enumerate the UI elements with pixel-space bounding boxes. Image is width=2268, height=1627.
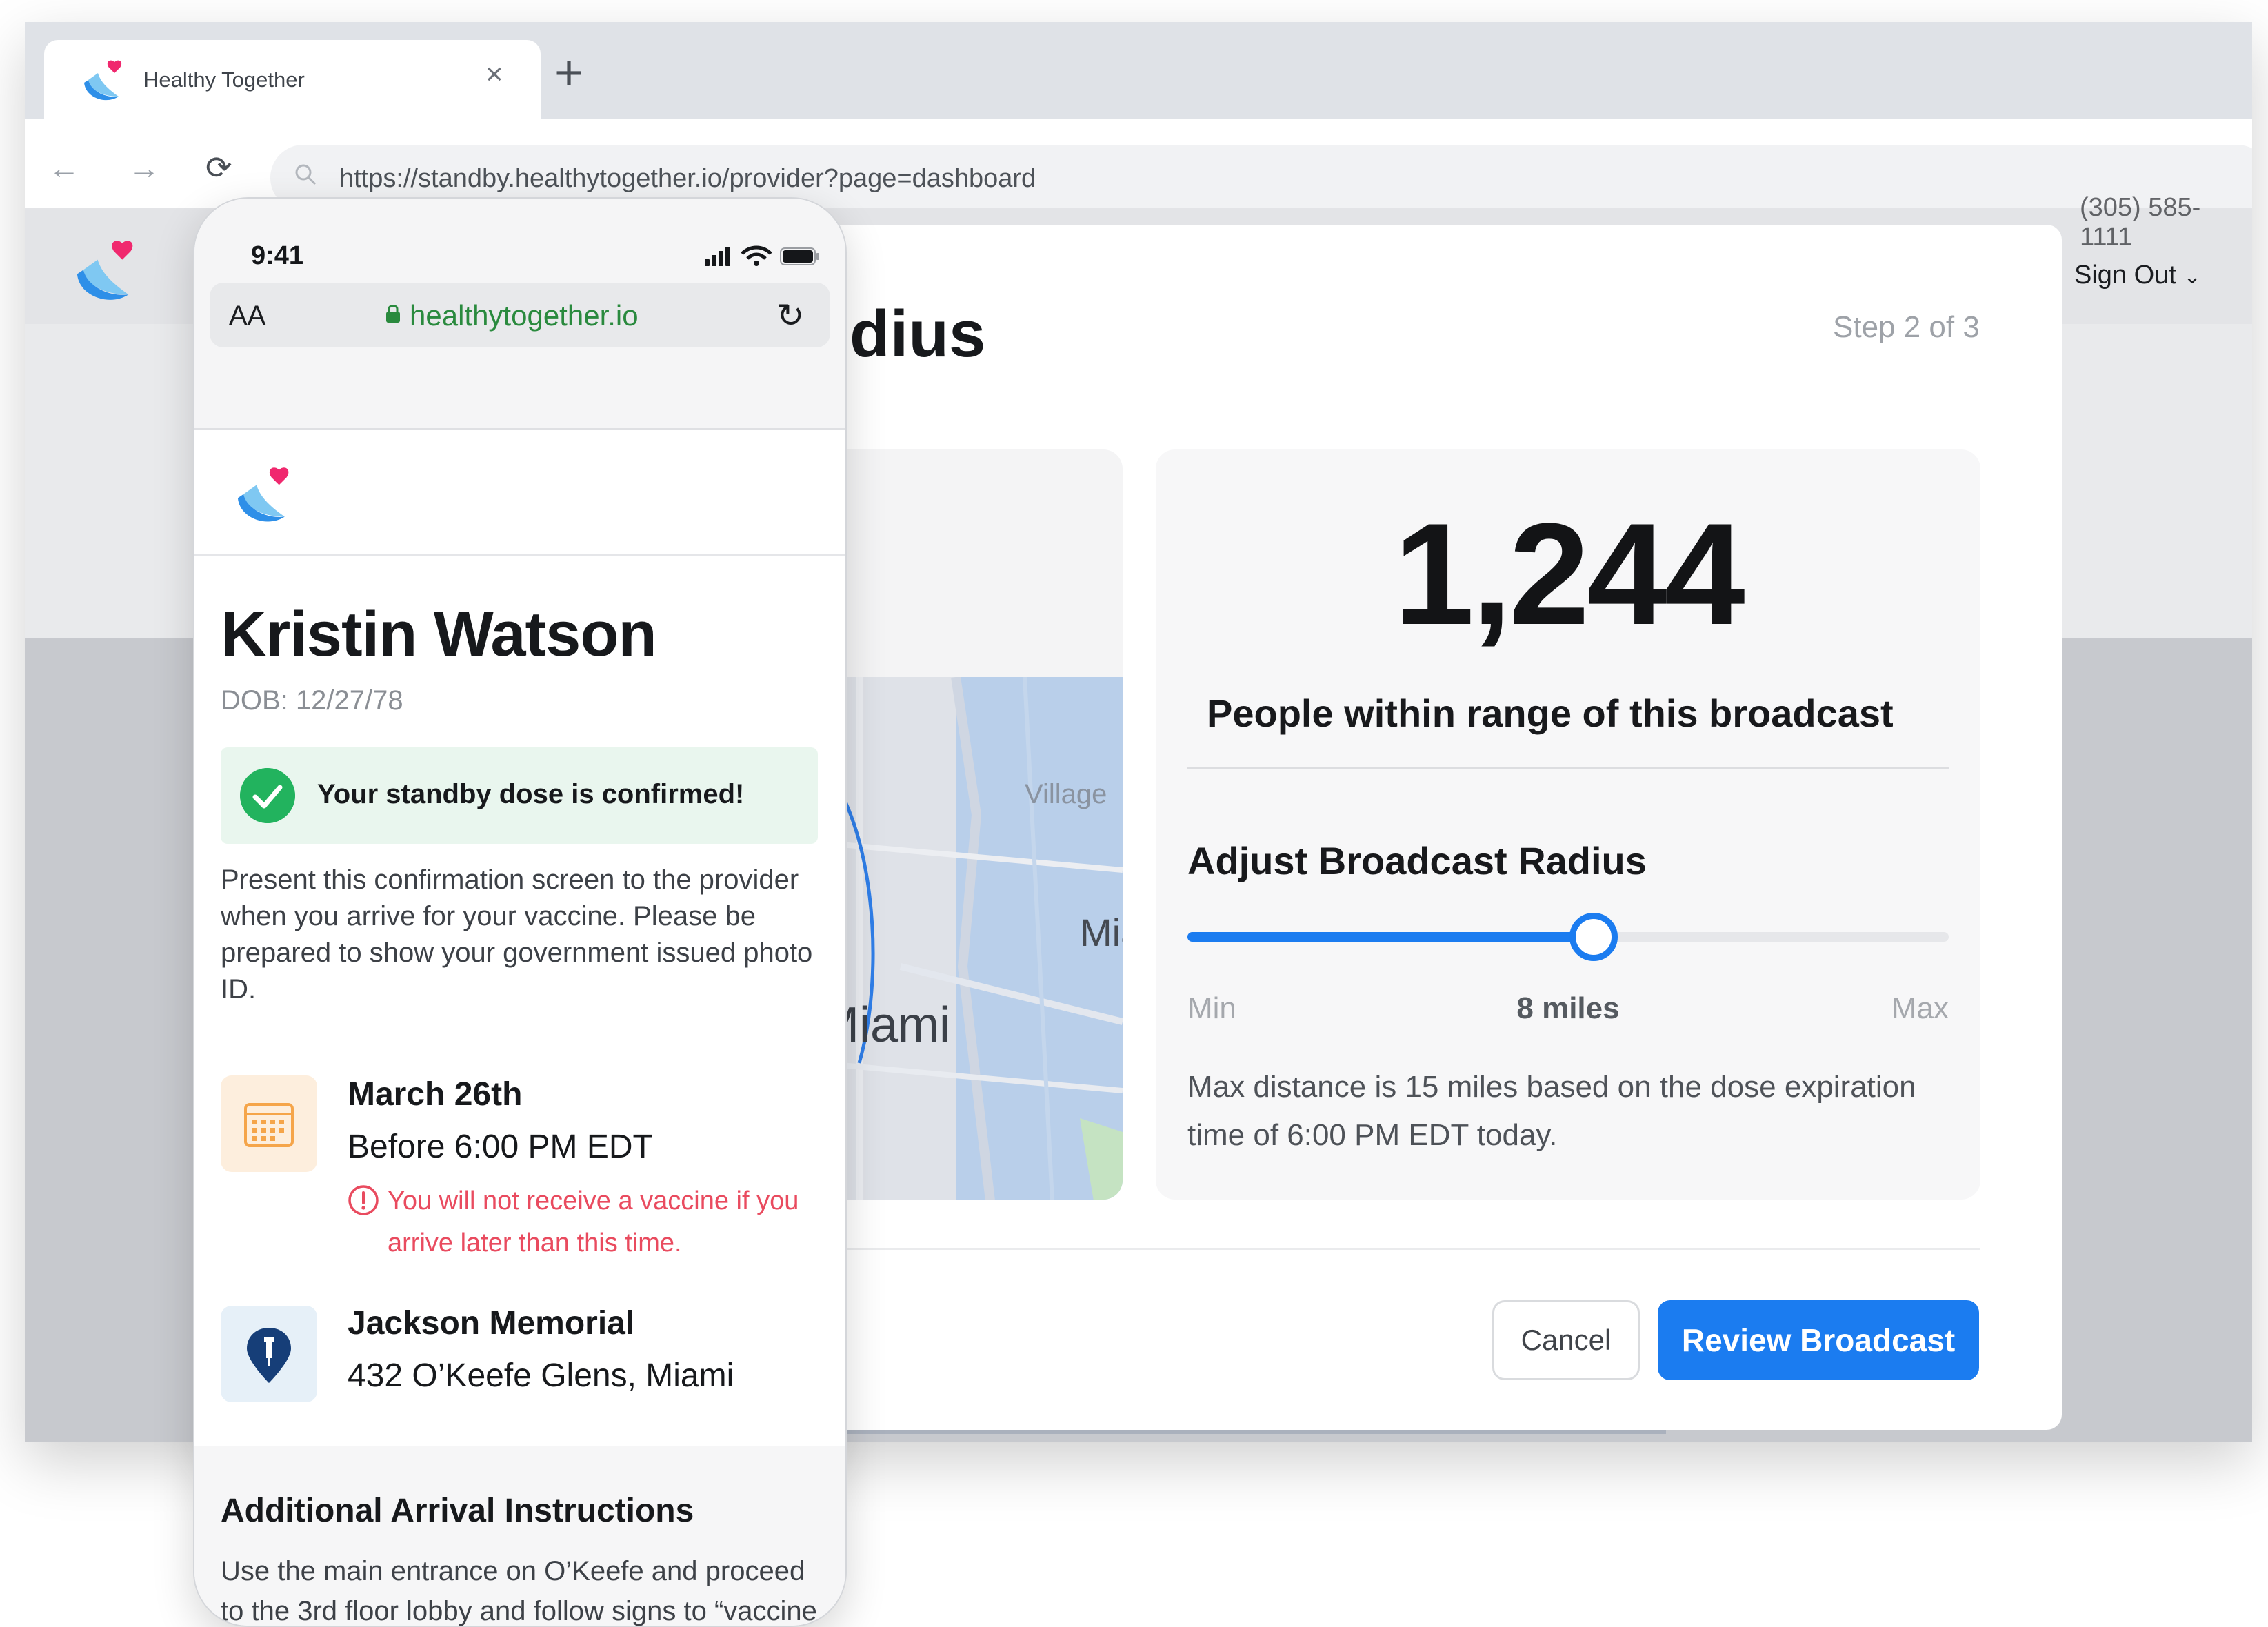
location-name: Jackson Memorial <box>348 1305 635 1342</box>
text-size-button[interactable]: AA <box>229 301 265 332</box>
modal-title: dius <box>850 297 986 371</box>
map-roads <box>818 677 1123 1200</box>
slider-max-label: Max <box>1891 991 1949 1025</box>
adjust-radius-title: Adjust Broadcast Radius <box>1187 839 1647 882</box>
signal-icon <box>705 247 730 266</box>
late-warning: You will not receive a vaccine if you ar… <box>388 1186 799 1257</box>
status-icons <box>705 245 819 266</box>
map-label-village: Village <box>1025 779 1107 809</box>
url-text: https://standby.healthytogether.io/provi… <box>339 164 1036 193</box>
tab-close-icon[interactable]: × <box>485 59 503 90</box>
wifi-icon <box>741 245 772 266</box>
reload-icon[interactable]: ⟳ <box>205 152 232 183</box>
people-count: 1,244 <box>1394 493 1745 655</box>
people-label: People within range of this broadcast <box>1207 691 1894 735</box>
check-circle-icon <box>240 768 295 823</box>
step-indicator: Step 2 of 3 <box>1833 310 1980 344</box>
confirmation-banner: Your standby dose is confirmed! <box>221 747 818 844</box>
radius-slider-track[interactable] <box>1187 932 1949 942</box>
phone-reload-icon[interactable]: ↻ <box>776 296 804 335</box>
review-broadcast-button[interactable]: Review Broadcast <box>1658 1300 1979 1380</box>
forward-icon[interactable]: → <box>128 152 160 183</box>
phone-header <box>194 430 845 556</box>
confirmation-text: Your standby dose is confirmed! <box>317 779 745 809</box>
phone-mockup: 9:41 AA healthytogether.io ↻ Kristin Wat… <box>193 197 847 1627</box>
additional-instructions-text: Use the main entrance on O’Keefe and pro… <box>221 1556 817 1626</box>
present-instructions: Present this confirmation screen to the … <box>221 865 813 1004</box>
new-tab-icon[interactable]: + <box>554 48 583 98</box>
battery-icon <box>780 247 819 265</box>
sign-out-button[interactable]: Sign Out ⌄ <box>2074 261 2201 290</box>
tab-bar: Healthy Together × + <box>25 22 2252 124</box>
map-label-miami-partial: Mia <box>1080 911 1123 954</box>
appointment-date: March 26th <box>348 1076 523 1113</box>
radius-slider-fill <box>1187 932 1594 942</box>
back-icon[interactable]: ← <box>48 152 80 183</box>
browser-tab[interactable]: Healthy Together × <box>44 40 541 124</box>
healthy-together-logo-icon <box>84 60 122 101</box>
phone-url-bar[interactable]: AA healthytogether.io ↻ <box>210 283 830 347</box>
healthy-together-logo-icon <box>237 467 289 522</box>
broadcast-stats-panel: 1,244 People within range of this broadc… <box>1156 449 1980 1200</box>
address-bar: ← → ⟳ https://standby.healthytogether.io… <box>25 119 2252 211</box>
appointment-deadline: Before 6:00 PM EDT <box>348 1129 653 1165</box>
calendar-icon-tile <box>221 1075 317 1172</box>
radius-map[interactable]: Village Mia Miami <box>818 449 1123 1200</box>
tab-title: Healthy Together <box>143 68 305 92</box>
location-address: 432 O’Keefe Glens, Miami <box>348 1357 734 1394</box>
provider-phone: (305) 585-1111 <box>2080 193 2201 252</box>
lock-icon <box>386 305 400 323</box>
cancel-button[interactable]: Cancel <box>1492 1300 1640 1380</box>
warning-icon <box>348 1185 379 1215</box>
status-time: 9:41 <box>251 241 304 270</box>
patient-dob: DOB: 12/27/78 <box>221 685 403 716</box>
phone-browser-chrome: 9:41 AA healthytogether.io ↻ <box>194 199 845 430</box>
chevron-down-icon: ⌄ <box>2183 265 2201 288</box>
broadcast-radius-modal: dius Step 2 of 3 Village Mia Miami 1,244… <box>818 225 2062 1430</box>
additional-instructions-title: Additional Arrival Instructions <box>221 1493 694 1529</box>
calendar-icon <box>244 1103 294 1147</box>
vaccine-location-pin-icon <box>247 1328 291 1383</box>
max-distance-note: Max distance is 15 miles based on the do… <box>1187 1070 1916 1152</box>
search-icon <box>295 164 317 185</box>
modal-footer-divider <box>818 1248 1980 1250</box>
app-logo-icon <box>77 241 133 300</box>
divider <box>1187 767 1949 769</box>
slider-value-label: 8 miles <box>1516 991 1620 1025</box>
patient-name: Kristin Watson <box>221 599 657 669</box>
location-icon-tile <box>221 1306 317 1402</box>
sign-out-label: Sign Out <box>2074 261 2176 290</box>
phone-url-text: healthytogether.io <box>410 299 639 332</box>
radius-slider-handle[interactable] <box>1569 913 1618 961</box>
